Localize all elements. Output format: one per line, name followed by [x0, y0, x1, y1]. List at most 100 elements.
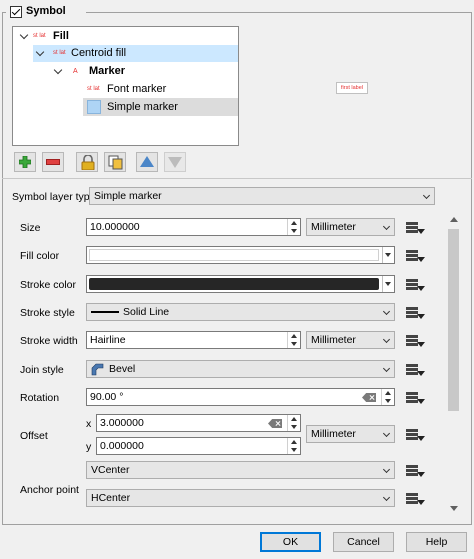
solid-line-icon — [91, 311, 119, 313]
chevron-down-icon — [422, 191, 431, 200]
stroke-width-input[interactable]: Hairline — [86, 331, 301, 349]
stroke-style-select[interactable]: Solid Line — [86, 303, 395, 321]
duplicate-icon — [108, 155, 123, 170]
move-down-button[interactable] — [164, 152, 186, 172]
tree-row-centroid-fill[interactable]: st lat Centroid fill — [33, 45, 238, 62]
size-label: Size — [20, 222, 41, 234]
ok-button-label: OK — [282, 536, 299, 548]
chevron-down-icon[interactable] — [19, 30, 29, 40]
layer-type-label: Symbol layer type — [12, 191, 96, 203]
layer-type-select[interactable]: Simple marker — [89, 187, 435, 205]
data-defined-override-icon[interactable] — [404, 389, 426, 407]
offset-x-spinner[interactable] — [287, 415, 300, 431]
add-layer-icon — [18, 155, 32, 169]
data-defined-override-icon[interactable] — [404, 247, 426, 265]
offset-label: Offset — [20, 430, 48, 442]
chevron-down-icon — [382, 429, 391, 438]
tree-row-label: Simple marker — [107, 101, 178, 113]
move-up-button[interactable] — [136, 152, 158, 172]
symbol-group-label: Symbol — [26, 5, 66, 17]
join-style-select[interactable]: Bevel — [86, 360, 395, 378]
data-defined-override-icon[interactable] — [404, 304, 426, 322]
tree-row-label: Marker — [89, 65, 126, 77]
data-defined-override-icon[interactable] — [404, 219, 426, 237]
clear-icon[interactable] — [362, 393, 376, 402]
tree-row-font-marker[interactable]: st lat Font marker — [83, 81, 238, 98]
fill-color-button[interactable] — [86, 246, 395, 264]
data-defined-override-icon[interactable] — [404, 490, 426, 508]
move-down-icon — [168, 157, 182, 168]
rotation-input[interactable]: 90.00 ° — [86, 388, 395, 406]
symbol-group-header: Symbol — [6, 4, 86, 20]
offset-x-input[interactable]: 3.000000 — [96, 414, 301, 432]
rotation-value: 90.00 ° — [90, 391, 124, 403]
size-unit-select[interactable]: Millimeter — [306, 218, 395, 236]
anchor-horizontal-value: HCenter — [91, 492, 131, 504]
cancel-button-label: Cancel — [347, 536, 380, 548]
rotation-label: Rotation — [20, 392, 60, 404]
chevron-down-icon — [382, 222, 391, 231]
symbol-checkbox[interactable] — [10, 6, 22, 18]
chevron-down-icon — [382, 465, 391, 474]
text-symbol-icon: st lat — [53, 50, 66, 56]
remove-layer-icon — [46, 159, 60, 165]
chevron-down-icon[interactable] — [53, 65, 63, 75]
rotation-spinner[interactable] — [381, 389, 394, 405]
tree-row-label: Fill — [53, 30, 69, 42]
size-spinner[interactable] — [287, 219, 300, 235]
anchor-horizontal-select[interactable]: HCenter — [86, 489, 395, 507]
symbol-layer-tree[interactable]: st lat Fill st lat Centroid fill A Marke… — [12, 26, 239, 146]
data-defined-override-icon[interactable] — [404, 462, 426, 480]
text-symbol-icon: st lat — [33, 33, 46, 39]
offset-y-spinner[interactable] — [287, 438, 300, 454]
properties-scrollbar[interactable] — [446, 213, 461, 517]
chevron-down-icon — [382, 335, 391, 344]
duplicate-layer-button[interactable] — [104, 152, 126, 172]
panel-separator — [2, 178, 472, 179]
preview-label: first label — [340, 85, 363, 91]
stroke-width-spinner[interactable] — [287, 332, 300, 348]
lock-layer-button[interactable] — [76, 152, 98, 172]
move-up-icon — [140, 156, 154, 167]
add-layer-button[interactable] — [14, 152, 36, 172]
arrow-down-icon — [385, 282, 391, 286]
offset-y-label: y — [86, 441, 92, 453]
size-value: 10.000000 — [90, 221, 140, 233]
clear-icon[interactable] — [268, 419, 282, 428]
remove-layer-button[interactable] — [42, 152, 64, 172]
stroke-width-unit-select[interactable]: Millimeter — [306, 331, 395, 349]
scroll-down-arrow-icon[interactable] — [450, 506, 458, 511]
layer-type-value: Simple marker — [94, 190, 162, 202]
data-defined-override-icon[interactable] — [404, 332, 426, 350]
offset-y-input[interactable]: 0.000000 — [96, 437, 301, 455]
tree-row-fill[interactable]: st lat Fill — [13, 28, 238, 45]
data-defined-override-icon[interactable] — [404, 361, 426, 379]
scroll-up-arrow-icon[interactable] — [450, 217, 458, 222]
tree-row-simple-marker[interactable]: Simple marker — [83, 98, 238, 116]
offset-unit-value: Millimeter — [311, 428, 356, 440]
stroke-color-button[interactable] — [86, 275, 395, 293]
offset-x-value: 3.000000 — [100, 417, 144, 429]
tree-row-label: Font marker — [107, 83, 167, 95]
join-style-label: Join style — [20, 364, 64, 376]
tree-row-marker[interactable]: A Marker — [51, 63, 238, 80]
chevron-down-icon[interactable] — [35, 47, 45, 57]
data-defined-override-icon[interactable] — [404, 426, 426, 444]
offset-unit-select[interactable]: Millimeter — [306, 425, 395, 443]
ok-button[interactable]: OK — [260, 532, 321, 552]
offset-y-value: 0.000000 — [100, 440, 144, 452]
stroke-style-value: Solid Line — [123, 306, 170, 318]
anchor-vertical-select[interactable]: VCenter — [86, 461, 395, 479]
join-style-value: Bevel — [109, 363, 136, 375]
help-button-label: Help — [425, 536, 448, 548]
cancel-button[interactable]: Cancel — [333, 532, 394, 552]
size-unit-value: Millimeter — [311, 221, 356, 233]
stroke-width-value: Hairline — [90, 334, 126, 346]
stroke-color-label: Stroke color — [20, 279, 77, 291]
lock-icon — [81, 154, 95, 171]
size-input[interactable]: 10.000000 — [86, 218, 301, 236]
text-symbol-icon: st lat — [87, 86, 100, 92]
data-defined-override-icon[interactable] — [404, 276, 426, 294]
scroll-thumb[interactable] — [448, 229, 459, 411]
help-button[interactable]: Help — [406, 532, 467, 552]
